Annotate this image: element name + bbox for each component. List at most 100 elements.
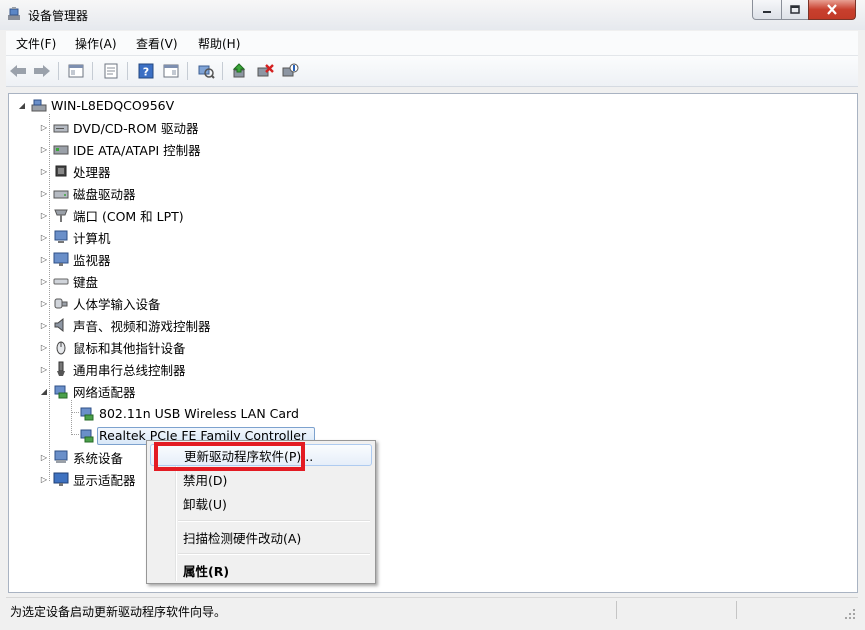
- display-adapter-icon: [53, 471, 69, 487]
- maximize-icon: [790, 5, 800, 14]
- expand-arrow-icon[interactable]: ▷: [39, 320, 49, 330]
- menu-disable[interactable]: 禁用(D): [150, 468, 372, 490]
- tree-item-wireless-card[interactable]: 802.11n USB Wireless LAN Card: [79, 403, 299, 423]
- status-divider: [616, 601, 617, 619]
- disable-device-icon[interactable]: [280, 61, 300, 81]
- hid-device-icon: [53, 295, 69, 311]
- back-arrow-icon[interactable]: [8, 61, 28, 81]
- svg-text:?: ?: [143, 66, 149, 79]
- title-bar[interactable]: 设备管理器: [0, 0, 865, 30]
- ide-controller-icon: [53, 141, 69, 157]
- highlight-box: [154, 442, 305, 471]
- menu-uninstall[interactable]: 卸载(U): [150, 492, 372, 514]
- expand-arrow-icon[interactable]: ▷: [39, 144, 49, 154]
- mouse-icon: [53, 339, 69, 355]
- toolbar: ?: [6, 56, 858, 87]
- menu-help[interactable]: 帮助(H): [198, 35, 240, 52]
- menu-action[interactable]: 操作(A): [75, 35, 117, 52]
- expand-arrow-icon[interactable]: ▷: [39, 210, 49, 220]
- update-driver-icon[interactable]: [230, 61, 250, 81]
- tree-category-label: 系统设备: [73, 450, 124, 466]
- minimize-icon: [763, 10, 771, 13]
- tree-category-label: 声音、视频和游戏控制器: [73, 318, 211, 334]
- disk-drive-icon: [53, 185, 69, 201]
- network-adapter-icon: [53, 383, 69, 399]
- window-title: 设备管理器: [28, 9, 89, 23]
- device-tree-panel[interactable]: ◢ WIN-L8EDQCO956V ▷ DVD/CD-ROM 驱动器 ▷ IDE AT…: [8, 93, 858, 593]
- status-divider: [736, 601, 737, 619]
- uninstall-device-icon[interactable]: [255, 61, 275, 81]
- expand-arrow-icon[interactable]: ▷: [39, 452, 49, 462]
- tree-connector: [71, 400, 72, 433]
- tree-category-label: 端口 (COM 和 LPT): [73, 208, 184, 224]
- minimize-button[interactable]: [752, 0, 782, 20]
- expand-arrow-icon[interactable]: ▷: [39, 298, 49, 308]
- keyboard-icon: [53, 273, 69, 289]
- dvd-drive-icon: [53, 119, 69, 135]
- collapse-arrow-icon[interactable]: ◢: [39, 386, 49, 396]
- expand-arrow-icon[interactable]: ▷: [39, 166, 49, 176]
- tree-connector: [49, 114, 50, 481]
- toolbar-separator: [222, 62, 223, 80]
- processor-icon: [53, 163, 69, 179]
- tree-category-label: 键盘: [73, 274, 99, 290]
- toolbar-separator: [127, 62, 128, 80]
- toolbar-separator: [92, 62, 93, 80]
- resize-grip-icon[interactable]: [844, 608, 856, 620]
- menu-item-label: 卸载(U): [183, 496, 227, 512]
- tree-connector: [71, 434, 79, 435]
- expand-arrow-icon[interactable]: ▷: [39, 122, 49, 132]
- tree-category-label: DVD/CD-ROM 驱动器: [73, 120, 199, 136]
- close-button[interactable]: [808, 0, 856, 20]
- status-bar: 为选定设备启动更新驱动程序软件向导。: [6, 597, 858, 622]
- menu-item-label: 属性(R): [183, 563, 230, 579]
- toolbar-separator: [187, 62, 188, 80]
- menu-file[interactable]: 文件(F): [16, 35, 56, 52]
- port-icon: [53, 207, 69, 223]
- show-action-pane-icon[interactable]: [161, 61, 181, 81]
- collapse-arrow-icon[interactable]: ◢: [17, 100, 27, 110]
- show-hide-console-tree-icon[interactable]: [66, 61, 86, 81]
- menu-bar: 文件(F) 操作(A) 查看(V) 帮助(H): [6, 31, 858, 56]
- tree-item-label: 802.11n USB Wireless LAN Card: [99, 405, 299, 421]
- system-device-icon: [53, 449, 69, 465]
- tree-category-label: 网络适配器: [73, 384, 136, 400]
- speaker-icon: [53, 317, 69, 333]
- tree-connector: [71, 412, 79, 413]
- network-adapter-icon: [79, 405, 95, 421]
- scan-hardware-icon[interactable]: [196, 61, 216, 81]
- tree-category-label: 磁盘驱动器: [73, 186, 136, 202]
- tree-category-label: 人体学输入设备: [73, 296, 161, 312]
- menu-view[interactable]: 查看(V): [136, 35, 178, 52]
- help-icon[interactable]: ?: [136, 61, 156, 81]
- properties-icon[interactable]: [101, 61, 121, 81]
- menu-item-label: 禁用(D): [183, 472, 228, 488]
- menu-item-label: 扫描检测硬件改动(A): [183, 530, 302, 546]
- forward-arrow-icon[interactable]: [32, 61, 52, 81]
- expand-arrow-icon[interactable]: ▷: [39, 276, 49, 286]
- device-manager-icon: [6, 6, 22, 22]
- expand-arrow-icon[interactable]: ▷: [39, 232, 49, 242]
- tree-category-label: 监视器: [73, 252, 111, 268]
- maximize-button[interactable]: [781, 0, 809, 20]
- toolbar-separator: [58, 62, 59, 80]
- tree-category-label: 处理器: [73, 164, 111, 180]
- expand-arrow-icon[interactable]: ▷: [39, 474, 49, 484]
- tree-category-label: 显示适配器: [73, 472, 136, 488]
- expand-arrow-icon[interactable]: ▷: [39, 342, 49, 352]
- tree-category-label: 计算机: [73, 230, 111, 246]
- usb-plug-icon: [53, 361, 69, 377]
- expand-arrow-icon[interactable]: ▷: [39, 188, 49, 198]
- computer-icon: [31, 97, 47, 113]
- network-adapter-icon: [79, 427, 95, 443]
- tree-root-label: WIN-L8EDQCO956V: [51, 97, 175, 113]
- expand-arrow-icon[interactable]: ▷: [39, 254, 49, 264]
- menu-separator: [178, 553, 370, 555]
- tree-category-label: 鼠标和其他指针设备: [73, 340, 186, 356]
- expand-arrow-icon[interactable]: ▷: [39, 364, 49, 374]
- close-icon: [827, 4, 837, 15]
- monitor-icon: [53, 251, 69, 267]
- menu-properties[interactable]: 属性(R): [150, 559, 372, 581]
- tree-category-label: 通用串行总线控制器: [73, 362, 186, 378]
- menu-scan-hardware[interactable]: 扫描检测硬件改动(A): [150, 526, 372, 548]
